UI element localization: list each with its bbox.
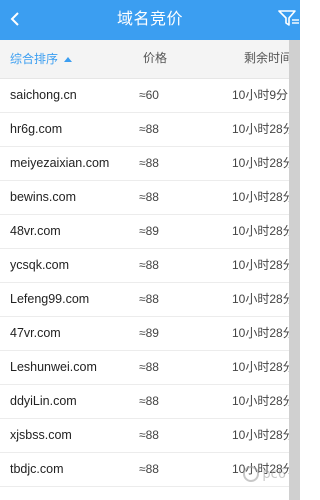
scrollbar[interactable] xyxy=(289,40,300,500)
domain-name: bewins.com xyxy=(10,190,76,204)
domain-name: 48vr.com xyxy=(10,224,61,238)
domain-name: ddyiLin.com xyxy=(10,394,77,408)
domain-price: ≈88 xyxy=(139,360,159,374)
domain-price: ≈88 xyxy=(139,292,159,306)
remaining-time: 10小时28分 xyxy=(232,326,295,340)
sort-time-button[interactable]: 剩余时间 xyxy=(244,40,292,78)
table-row[interactable]: Leshunwei.com ≈88 10小时28分 xyxy=(0,351,300,385)
table-row[interactable]: Lefeng99.com ≈88 10小时28分 xyxy=(0,283,300,317)
domain-name: meiyezaixian.com xyxy=(10,156,110,170)
domain-price: ≈89 xyxy=(139,224,159,238)
table-row[interactable]: ddyiLin.com ≈88 10小时28分 xyxy=(0,385,300,419)
table-row[interactable]: meiyezaixian.com ≈88 10小时28分 xyxy=(0,147,300,181)
watermark-logo: pc6 xyxy=(243,466,286,482)
table-row[interactable]: 47vr.com ≈89 10小时28分 xyxy=(0,317,300,351)
remaining-time: 10小时28分 xyxy=(232,156,295,170)
table-row[interactable]: ycsqk.com ≈88 10小时28分 xyxy=(0,249,300,283)
domain-name: ycsqk.com xyxy=(10,258,70,272)
filter-button[interactable] xyxy=(278,8,300,30)
app-header: 域名竞价 xyxy=(0,0,300,40)
remaining-time: 10小时28分 xyxy=(232,360,295,374)
domain-list: saichong.cn ≈60 10小时9分 hr6g.com ≈88 10小时… xyxy=(0,79,300,487)
remaining-time: 10小时9分 xyxy=(232,88,289,102)
table-row[interactable]: xjsbss.com ≈88 10小时28分 xyxy=(0,419,300,453)
remaining-time: 10小时28分 xyxy=(232,190,295,204)
domain-price: ≈88 xyxy=(139,428,159,442)
domain-name: xjsbss.com xyxy=(10,428,72,442)
page-title: 域名竞价 xyxy=(116,11,183,28)
sort-comprehensive-button[interactable]: 综合排序 xyxy=(10,40,73,78)
domain-name: saichong.cn xyxy=(10,88,77,102)
filter-icon xyxy=(278,10,299,26)
remaining-time: 10小时28分 xyxy=(232,428,295,442)
table-row[interactable]: bewins.com ≈88 10小时28分 xyxy=(0,181,300,215)
sort-comprehensive-label: 综合排序 xyxy=(10,52,59,66)
domain-price: ≈60 xyxy=(139,88,159,102)
remaining-time: 10小时28分 xyxy=(232,292,295,306)
domain-name: hr6g.com xyxy=(10,122,63,136)
sort-price-button[interactable]: 价格 xyxy=(143,40,167,78)
domain-price: ≈88 xyxy=(139,394,159,408)
remaining-time: 10小时28分 xyxy=(232,224,295,238)
table-row[interactable]: hr6g.com ≈88 10小时28分 xyxy=(0,113,300,147)
domain-name: Leshunwei.com xyxy=(10,360,97,374)
watermark-text: pc6 xyxy=(262,466,286,482)
domain-price: ≈88 xyxy=(139,156,159,170)
domain-price: ≈88 xyxy=(139,190,159,204)
domain-name: tbdjc.com xyxy=(10,462,64,476)
domain-name: 47vr.com xyxy=(10,326,61,340)
domain-price: ≈88 xyxy=(139,122,159,136)
sort-up-arrow-icon xyxy=(64,56,73,62)
remaining-time: 10小时28分 xyxy=(232,122,295,136)
table-row[interactable]: 48vr.com ≈89 10小时28分 xyxy=(0,215,300,249)
watermark-icon xyxy=(243,466,260,482)
remaining-time: 10小时28分 xyxy=(232,394,295,408)
domain-price: ≈89 xyxy=(139,326,159,340)
remaining-time: 10小时28分 xyxy=(232,258,295,272)
domain-price: ≈88 xyxy=(139,258,159,272)
domain-name: Lefeng99.com xyxy=(10,292,90,306)
table-row[interactable]: saichong.cn ≈60 10小时9分 xyxy=(0,79,300,113)
domain-price: ≈88 xyxy=(139,462,159,476)
sort-bar: 综合排序 价格 剩余时间 xyxy=(0,40,300,79)
